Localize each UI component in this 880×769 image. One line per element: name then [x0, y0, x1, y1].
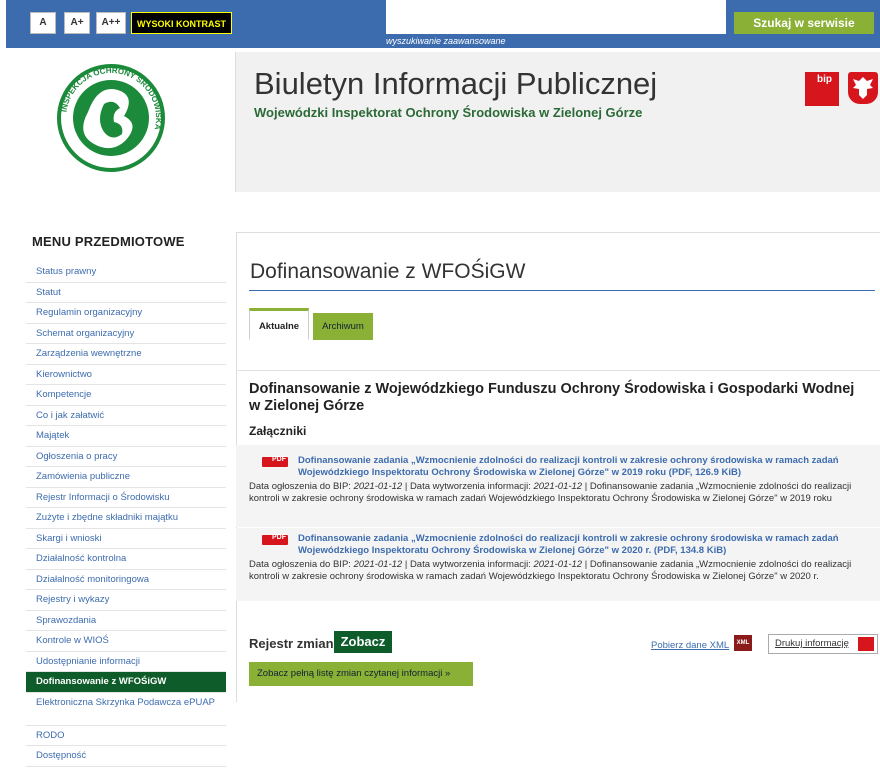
sidebar-item-dostepnosc[interactable]: Dostępność	[26, 746, 226, 767]
sidebar-item-udostepnianie[interactable]: Udostępnianie informacji	[26, 652, 226, 672]
font-size-xlarge-button[interactable]: A++	[96, 12, 126, 34]
sidebar-item-zarzadzenia[interactable]: Zarządzenia wewnętrzne	[26, 344, 226, 365]
attachment-item: Dofinansowanie zadania „Wzmocnienie zdol…	[236, 528, 880, 601]
high-contrast-button[interactable]: WYSOKI KONTRAST	[131, 12, 232, 34]
sidebar-item-kontrole-wios[interactable]: Kontrole w WIOŚ	[26, 631, 226, 652]
sidebar-item-dzialalnosc-monitoringowa[interactable]: Działalność monitoringowa	[26, 570, 226, 590]
page-header-subtitle: Wojewódzki Inspektorat Ochrony Środowisk…	[254, 105, 643, 120]
sidebar-item-regulamin[interactable]: Regulamin organizacyjny	[26, 303, 226, 324]
bip-logo-icon[interactable]: bip	[805, 72, 839, 106]
font-size-normal-button[interactable]: A	[30, 12, 56, 34]
sidebar-item-statut[interactable]: Statut	[26, 283, 226, 303]
tab-divider	[236, 370, 880, 371]
pdf-icon	[262, 534, 288, 545]
ios-logo-icon: INSPEKCJA OCHRONY ŚRODOWISKA	[57, 64, 165, 172]
sidebar-item-dzialalnosc-kontrolna[interactable]: Działalność kontrolna	[26, 549, 226, 570]
published-label: Data ogłoszenia do BIP:	[249, 481, 351, 492]
tab-archiwum[interactable]: Archiwum	[313, 313, 373, 340]
advanced-search-link[interactable]: wyszukiwanie zaawansowane	[386, 36, 506, 46]
sidebar-item-sprawozdania[interactable]: Sprawozdania	[26, 611, 226, 631]
attachment-item: Dofinansowanie zadania „Wzmocnienie zdol…	[236, 445, 880, 527]
sidebar-item-kierownictwo[interactable]: Kierownictwo	[26, 365, 226, 385]
sidebar-item-dofinansowanie[interactable]: Dofinansowanie z WFOŚiGW	[26, 672, 226, 693]
pdf-icon	[262, 456, 288, 467]
section-title: Dofinansowanie z Wojewódzkiego Funduszu …	[249, 381, 855, 414]
published-label: Data ogłoszenia do BIP:	[249, 559, 351, 570]
sidebar-item-rodo[interactable]: RODO	[26, 726, 226, 746]
sidebar-item-zuzyte-skladniki[interactable]: Zużyte i zbędne składniki majątku	[26, 508, 226, 529]
page-header-title: Biuletyn Informacji Publicznej	[254, 66, 658, 101]
published-date: 2021-01-12	[353, 559, 403, 570]
attachment-meta: Data ogłoszenia do BIP: 2021-01-12 | Dat…	[249, 559, 852, 582]
xml-icon[interactable]: XML	[734, 635, 752, 651]
search-button[interactable]: Szukaj w serwisie	[734, 12, 874, 34]
attachment-link[interactable]: Dofinansowanie zadania „Wzmocnienie zdol…	[298, 455, 864, 479]
page-title: Dofinansowanie z WFOŚiGW	[250, 260, 526, 283]
created-label: Data wytworzenia informacji:	[409, 559, 531, 570]
created-date: 2021-01-12	[533, 559, 583, 570]
attachment-link[interactable]: Dofinansowanie zadania „Wzmocnienie zdol…	[298, 533, 864, 557]
attachment-meta: Data ogłoszenia do BIP: 2021-01-12 | Dat…	[249, 481, 852, 504]
font-size-large-button[interactable]: A+	[64, 12, 90, 34]
printer-icon[interactable]	[858, 637, 874, 651]
eagle-shape-icon	[853, 77, 873, 99]
polish-eagle-icon[interactable]	[848, 72, 878, 104]
title-divider	[249, 290, 875, 291]
sidebar-item-epuap[interactable]: Elektroniczna Skrzynka Podawcza ePUAP	[26, 693, 226, 726]
published-date: 2021-01-12	[353, 481, 403, 492]
sidebar-item-zamowienia[interactable]: Zamówienia publiczne	[26, 467, 226, 488]
download-xml-link[interactable]: Pobierz dane XML	[651, 640, 729, 651]
sidebar-item-status-prawny[interactable]: Status prawny	[26, 262, 226, 283]
sidebar-item-kompetencje[interactable]: Kompetencje	[26, 385, 226, 406]
bip-badge-label: bip	[817, 74, 832, 85]
change-register-label: Rejestr zmian	[249, 636, 334, 651]
change-register-button[interactable]: Zobacz	[334, 631, 392, 653]
logo[interactable]: INSPEKCJA OCHRONY ŚRODOWISKA	[6, 52, 236, 192]
full-change-list-button[interactable]: Zobacz pełną listę zmian czytanej inform…	[249, 662, 473, 686]
created-label: Data wytworzenia informacji:	[409, 481, 531, 492]
sidebar-item-rejestr-informacji[interactable]: Rejestr Informacji o Środowisku	[26, 488, 226, 508]
sidebar-item-ogloszenia[interactable]: Ogłoszenia o pracy	[26, 447, 226, 467]
search-input[interactable]	[386, 0, 726, 34]
sidebar-item-majatek[interactable]: Majątek	[26, 426, 226, 447]
sidebar-item-co-i-jak[interactable]: Co i jak załatwić	[26, 406, 226, 426]
created-date: 2021-01-12	[533, 481, 583, 492]
sidebar-item-rejestry[interactable]: Rejestry i wykazy	[26, 590, 226, 611]
sidebar-item-skargi[interactable]: Skargi i wnioski	[26, 529, 226, 549]
sidebar-title: MENU PRZEDMIOTOWE	[32, 234, 185, 249]
sidebar-item-schemat[interactable]: Schemat organizacyjny	[26, 324, 226, 344]
attachments-heading: Załączniki	[249, 424, 307, 438]
tab-aktualne[interactable]: Aktualne	[249, 308, 309, 340]
sidebar-menu: Status prawny Statut Regulamin organizac…	[26, 262, 226, 767]
